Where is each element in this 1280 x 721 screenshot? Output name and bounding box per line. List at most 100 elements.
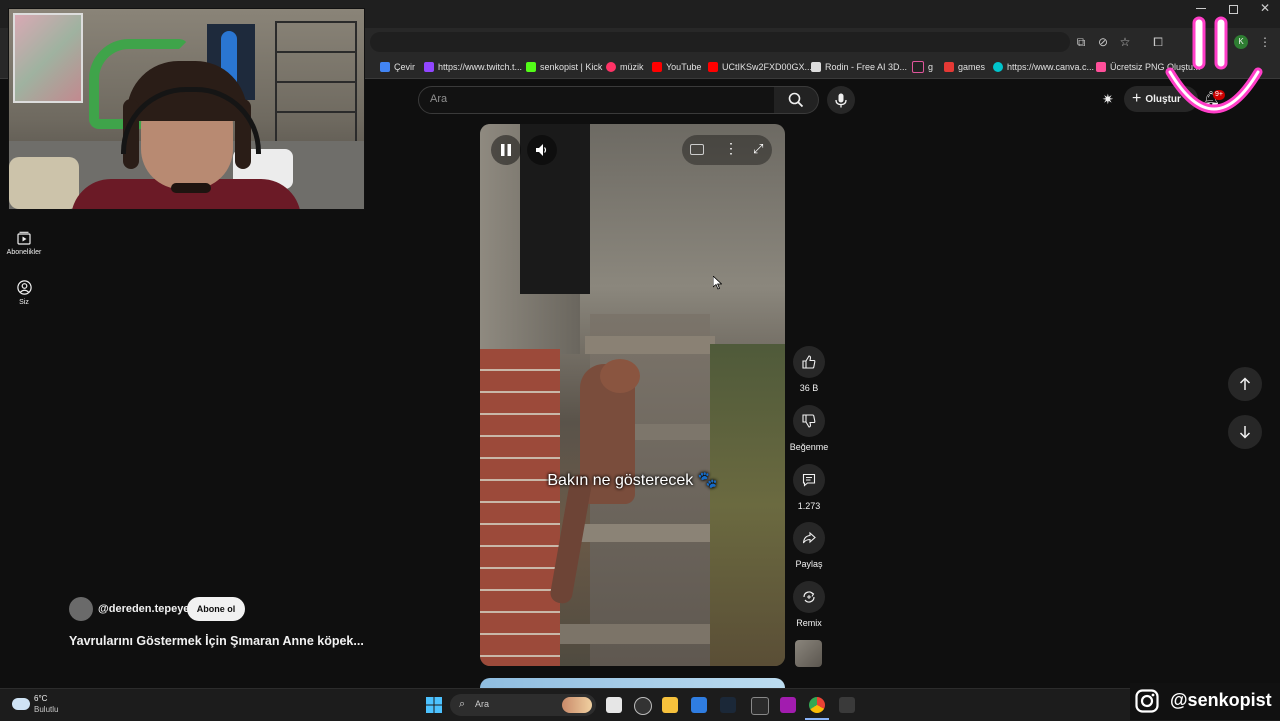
app-icon[interactable] [634, 697, 652, 715]
thumbs-up-icon [802, 355, 816, 369]
mouse-cursor-icon [713, 276, 722, 290]
pause-icon [501, 144, 511, 156]
more-options-icon[interactable]: ⋮ [724, 140, 738, 157]
brick-wall [480, 349, 560, 666]
video-caption: Bakın ne gösterecek 🐾 [547, 472, 718, 489]
shorts-video-player[interactable]: Bakın ne gösterecek 🐾 ⋮ ⤢ [480, 124, 785, 666]
weather-temp[interactable]: 6°C [34, 694, 47, 703]
star-icon[interactable]: ☆ [1118, 35, 1132, 49]
pause-button[interactable] [491, 135, 521, 165]
previous-video-button[interactable] [1228, 367, 1262, 401]
arrow-up-icon [1239, 377, 1251, 390]
cloud-icon [12, 698, 30, 710]
microsoft-store-icon[interactable] [691, 697, 707, 713]
dog-head [600, 359, 640, 393]
bookmark-favicon-icon [1096, 62, 1106, 72]
fullscreen-icon[interactable]: ⤢ [753, 141, 763, 157]
bookmark-item[interactable]: senkopist | Kick [526, 60, 602, 74]
share-button[interactable] [793, 522, 825, 554]
search-button[interactable] [774, 86, 819, 114]
extensions-icon[interactable]: ⧠ [1151, 35, 1165, 49]
pillow [9, 157, 79, 209]
bookmark-favicon-icon [606, 62, 616, 72]
close-icon[interactable]: ✕ [1260, 1, 1270, 15]
channel-avatar[interactable] [69, 597, 93, 621]
voice-search-button[interactable] [827, 86, 855, 114]
comments-button[interactable] [793, 464, 825, 496]
file-explorer-icon[interactable] [662, 697, 678, 713]
epic-games-icon[interactable] [751, 697, 769, 715]
garden-ground [710, 344, 785, 666]
instagram-overlay: @senkopist [1130, 683, 1280, 720]
app-icon[interactable] [780, 697, 796, 713]
like-action[interactable]: 36 B [792, 346, 826, 393]
address-bar[interactable] [370, 32, 1070, 52]
dislike-action[interactable]: Beğenme [790, 405, 828, 452]
cast-icon[interactable]: ⧉ [1074, 35, 1088, 49]
share-action[interactable]: Paylaş [792, 522, 826, 569]
arrow-down-icon [1239, 426, 1251, 439]
bookmark-favicon-icon [993, 62, 1003, 72]
comments-action[interactable]: 1.273 [792, 464, 826, 511]
bookmark-item[interactable]: Rodin - Free AI 3D... [811, 60, 907, 74]
person-mustache [171, 183, 211, 193]
bookmark-item[interactable]: games [944, 60, 985, 74]
remix-button[interactable] [793, 581, 825, 613]
microphone-icon [835, 93, 847, 107]
comment-icon [802, 473, 816, 487]
search-icon: ⌕ [459, 698, 466, 710]
like-button[interactable] [793, 346, 825, 378]
channel-name[interactable]: @dereden.tepeye [98, 603, 189, 615]
remix-label: Remix [796, 618, 822, 628]
task-view-icon[interactable] [606, 697, 622, 713]
remix-action[interactable]: Remix [792, 581, 826, 628]
bookmark-favicon-icon [912, 61, 924, 73]
like-count: 36 B [799, 383, 819, 393]
dislike-button[interactable] [793, 405, 825, 437]
bookmark-item[interactable]: https://www.twitch.t... [424, 60, 522, 74]
search-icon [788, 92, 804, 108]
sidebar-item-subscriptions[interactable]: Abonelikler [4, 231, 44, 256]
bookmark-item[interactable]: g [912, 60, 933, 74]
search-input[interactable]: Ara [418, 86, 776, 114]
sidebar-item-you[interactable]: Siz [4, 280, 44, 306]
bookmark-item[interactable]: UCtIKSw2FXD00GX... [708, 60, 812, 74]
bookmark-item[interactable]: YouTube [652, 60, 701, 74]
ramp-slat [570, 524, 720, 542]
thumbs-down-icon [802, 414, 816, 428]
bookmark-favicon-icon [380, 62, 390, 72]
subscribe-button[interactable]: Abone ol [187, 597, 245, 621]
bookmark-item[interactable]: https://www.canva.c... [993, 60, 1094, 74]
ramp-slat [560, 624, 720, 644]
sound-thumbnail[interactable] [795, 640, 822, 667]
youtube-icon [652, 62, 662, 72]
eye-off-icon[interactable]: ⊘ [1096, 35, 1110, 49]
you-icon [16, 280, 32, 295]
app-icon[interactable] [839, 697, 855, 713]
bookmark-item[interactable]: Çevir [380, 60, 415, 74]
video-title[interactable]: Yavrularını Göstermek İçin Şımaran Anne … [69, 634, 364, 648]
webcam-overlay [8, 8, 365, 210]
volume-icon [536, 144, 547, 156]
minimize-icon[interactable] [1196, 8, 1206, 9]
volume-button[interactable] [527, 135, 557, 165]
taskbar-search-input[interactable]: ⌕ Ara [450, 694, 596, 716]
weather-desc[interactable]: Bulutlu [34, 705, 58, 714]
instagram-icon [1135, 689, 1159, 713]
steam-icon[interactable] [720, 697, 736, 713]
streamer-logo-icon [1165, 16, 1263, 114]
instagram-handle: @senkopist [1170, 690, 1272, 710]
settings-sparkle-icon[interactable]: ✷ [1102, 91, 1114, 108]
chrome-icon[interactable] [809, 697, 825, 713]
bookmark-item[interactable]: müzik [606, 60, 644, 74]
next-video-button[interactable] [1228, 415, 1262, 449]
bookmark-favicon-icon [526, 62, 536, 72]
windows-start-icon[interactable] [426, 697, 442, 713]
maximize-icon[interactable] [1229, 5, 1238, 14]
wall-painting [13, 13, 83, 103]
comment-count: 1.273 [797, 501, 821, 511]
dislike-label: Beğenme [789, 442, 829, 452]
bookmark-favicon-icon [424, 62, 434, 72]
captions-icon[interactable] [690, 144, 704, 155]
remix-icon [803, 591, 815, 603]
